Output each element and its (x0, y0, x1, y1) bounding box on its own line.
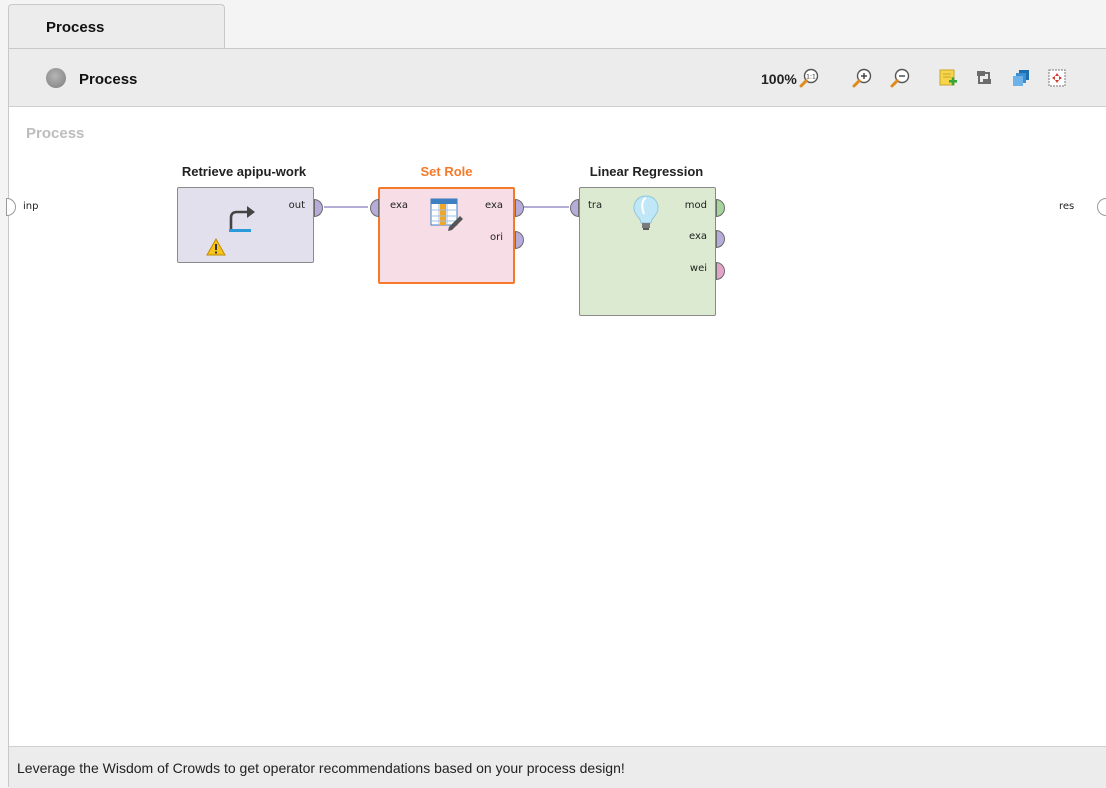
regression-exa-out-port[interactable] (716, 230, 725, 248)
set-role-exa-in-label: exa (390, 200, 409, 211)
regression-mod-out-port[interactable] (716, 199, 725, 217)
connection-wires (324, 206, 569, 208)
retrieve-icon (229, 206, 255, 232)
process-toolbar: Process 100% 1:1 (9, 49, 1106, 107)
set-role-table-icon (430, 198, 463, 231)
process-result-port[interactable] (1097, 198, 1106, 216)
linear-regression-operator-title: Linear Regression (589, 164, 704, 179)
regression-tra-in-label: tra (588, 200, 603, 211)
regression-mod-out-label: mod (684, 200, 707, 211)
set-role-exa-in-port[interactable] (370, 199, 379, 217)
regression-wei-out-label: wei (689, 263, 707, 274)
process-input-port[interactable] (6, 198, 16, 216)
retrieve-operator-title: Retrieve apipu-work (181, 164, 307, 179)
process-result-port-label: res (1059, 201, 1075, 212)
zoom-reset-icon[interactable]: 1:1 (797, 66, 821, 90)
zoom-out-icon[interactable] (888, 66, 912, 90)
set-role-operator-title: Set Role (420, 164, 473, 179)
tab-process-label: Process (46, 19, 105, 36)
process-panel: Process 100% 1:1 Process inp res Retriev… (6, 48, 1106, 788)
process-input-port-label: inp (23, 201, 39, 212)
retrieve-operator[interactable]: out (177, 187, 323, 263)
set-role-exa-out-port[interactable] (515, 199, 524, 217)
zoom-in-icon[interactable] (850, 66, 874, 90)
regression-wei-out-port[interactable] (716, 262, 725, 280)
tab-process[interactable]: Process (8, 4, 225, 48)
canvas-title: Process (26, 125, 85, 142)
process-up-icon[interactable] (46, 68, 66, 88)
regression-tra-in-port[interactable] (570, 199, 579, 217)
warning-icon[interactable] (206, 238, 226, 256)
retrieve-out-port-label: out (288, 200, 305, 211)
fit-to-view-icon[interactable] (1045, 66, 1069, 90)
zoom-level: 100% (761, 71, 797, 87)
process-canvas[interactable]: Process inp res Retrieve apipu-work out … (6, 107, 1106, 746)
svg-text:1:1: 1:1 (806, 74, 816, 81)
tab-strip: Process (0, 0, 1106, 48)
regression-exa-out-label: exa (688, 231, 707, 242)
linear-regression-operator[interactable]: tra mod exa wei (570, 187, 725, 316)
breadcrumb[interactable]: Process (79, 71, 137, 88)
footer-text: Leverage the Wisdom of Crowds to get ope… (17, 760, 625, 776)
set-role-exa-out-label: exa (484, 200, 503, 211)
arrange-operators-icon[interactable] (1009, 66, 1033, 90)
retrieve-out-port[interactable] (314, 199, 323, 217)
set-role-ori-out-port[interactable] (515, 231, 524, 249)
add-note-icon[interactable] (936, 66, 960, 90)
recommendation-footer: Leverage the Wisdom of Crowds to get ope… (9, 746, 1106, 788)
lightbulb-icon (633, 195, 659, 230)
set-role-ori-out-label: ori (489, 232, 503, 243)
set-role-operator[interactable]: exa exa ori (370, 187, 524, 284)
auto-wire-icon[interactable] (972, 66, 996, 90)
